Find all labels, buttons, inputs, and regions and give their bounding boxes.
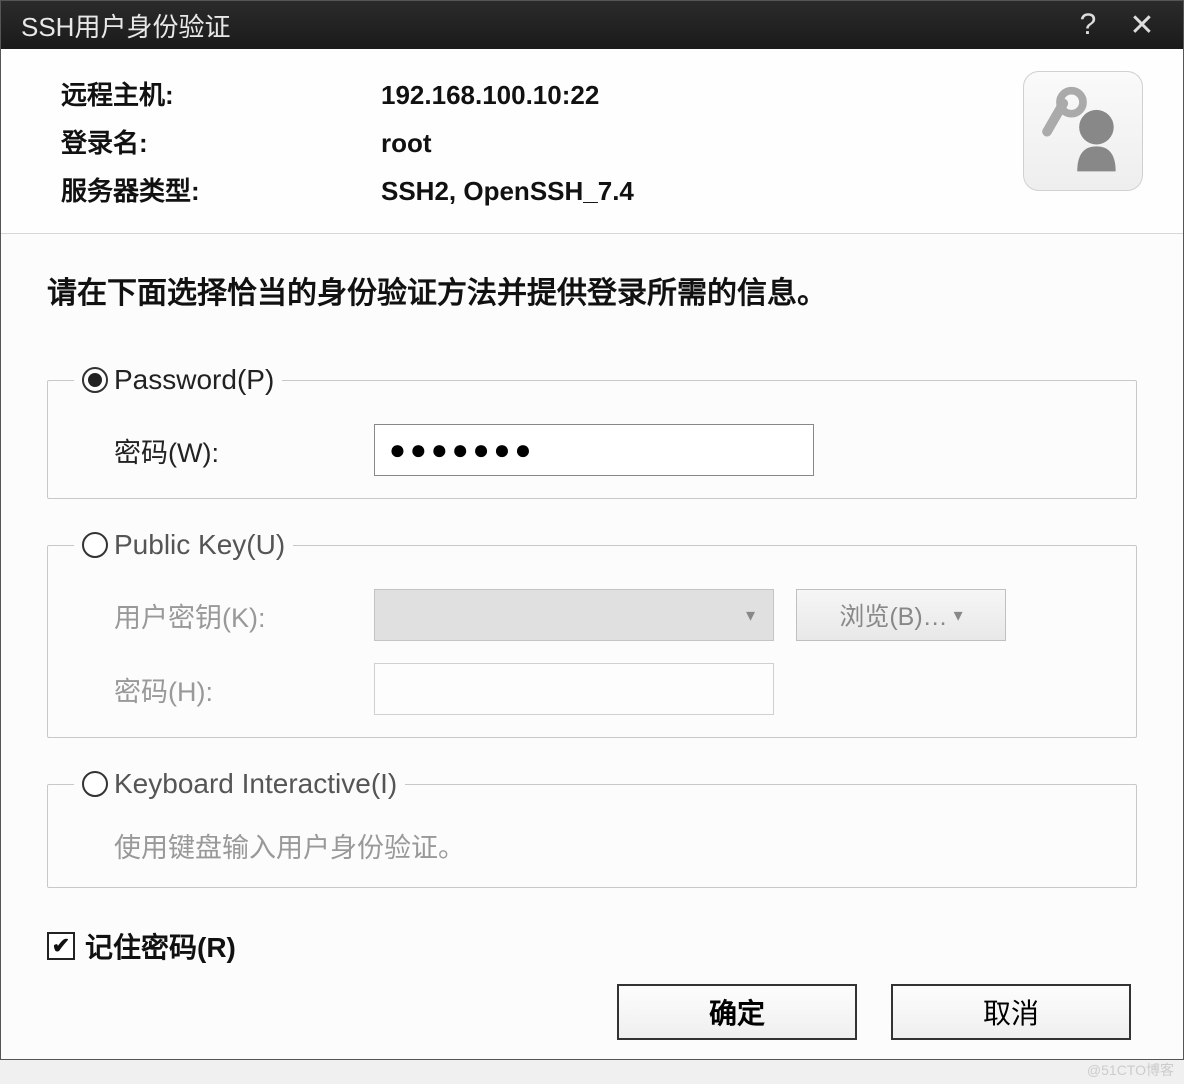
browse-button[interactable]: 浏览(B)… ▾ xyxy=(796,589,1006,641)
connection-info: 远程主机: 登录名: 服务器类型: 192.168.100.10:22 root… xyxy=(1,49,1183,234)
remember-password-checkbox[interactable]: ✔ xyxy=(47,932,75,960)
publickey-radio[interactable] xyxy=(82,532,108,558)
login-name-label: 登录名: xyxy=(61,119,381,167)
keyboard-interactive-radio-label: Keyboard Interactive(I) xyxy=(114,768,397,800)
auth-icon xyxy=(1023,71,1143,191)
cancel-button[interactable]: 取消 xyxy=(891,984,1131,1040)
keyboard-interactive-group: Keyboard Interactive(I) 使用键盘输入用户身份验证。 xyxy=(47,768,1137,888)
keyboard-interactive-desc: 使用键盘输入用户身份验证。 xyxy=(74,826,1114,865)
dropdown-arrow-icon: ▾ xyxy=(954,605,963,626)
help-icon[interactable]: ? xyxy=(1061,8,1115,42)
close-icon[interactable]: ✕ xyxy=(1115,8,1169,43)
password-radio-label: Password(P) xyxy=(114,364,274,396)
remote-host-value: 192.168.100.10:22 xyxy=(381,71,1023,119)
server-type-value: SSH2, OpenSSH_7.4 xyxy=(381,167,1023,215)
instruction-text: 请在下面选择恰当的身份验证方法并提供登录所需的信息。 xyxy=(47,268,1137,312)
titlebar: SSH用户身份验证 ? ✕ xyxy=(1,1,1183,49)
publickey-radio-label: Public Key(U) xyxy=(114,529,285,561)
watermark: @51CTO博客 xyxy=(1087,1060,1174,1080)
password-input[interactable] xyxy=(374,424,814,476)
ok-button[interactable]: 确定 xyxy=(617,984,857,1040)
password-field-label: 密码(W): xyxy=(114,431,374,470)
login-name-value: root xyxy=(381,119,1023,167)
password-group: Password(P) 密码(W): xyxy=(47,364,1137,499)
chevron-down-icon: ▾ xyxy=(746,605,759,626)
pk-password-input[interactable] xyxy=(374,663,774,715)
user-key-select[interactable]: ▾ xyxy=(374,589,774,641)
user-key-label: 用户密钥(K): xyxy=(114,596,374,635)
remember-password-label: 记住密码(R) xyxy=(85,926,236,966)
window-title: SSH用户身份验证 xyxy=(21,7,1061,44)
publickey-group: Public Key(U) 用户密钥(K): ▾ 浏览(B)… ▾ 密码(H): xyxy=(47,529,1137,738)
pk-password-label: 密码(H): xyxy=(114,670,374,709)
password-radio[interactable] xyxy=(82,367,108,393)
server-type-label: 服务器类型: xyxy=(61,167,381,215)
remote-host-label: 远程主机: xyxy=(61,71,381,119)
keyboard-interactive-radio[interactable] xyxy=(82,771,108,797)
